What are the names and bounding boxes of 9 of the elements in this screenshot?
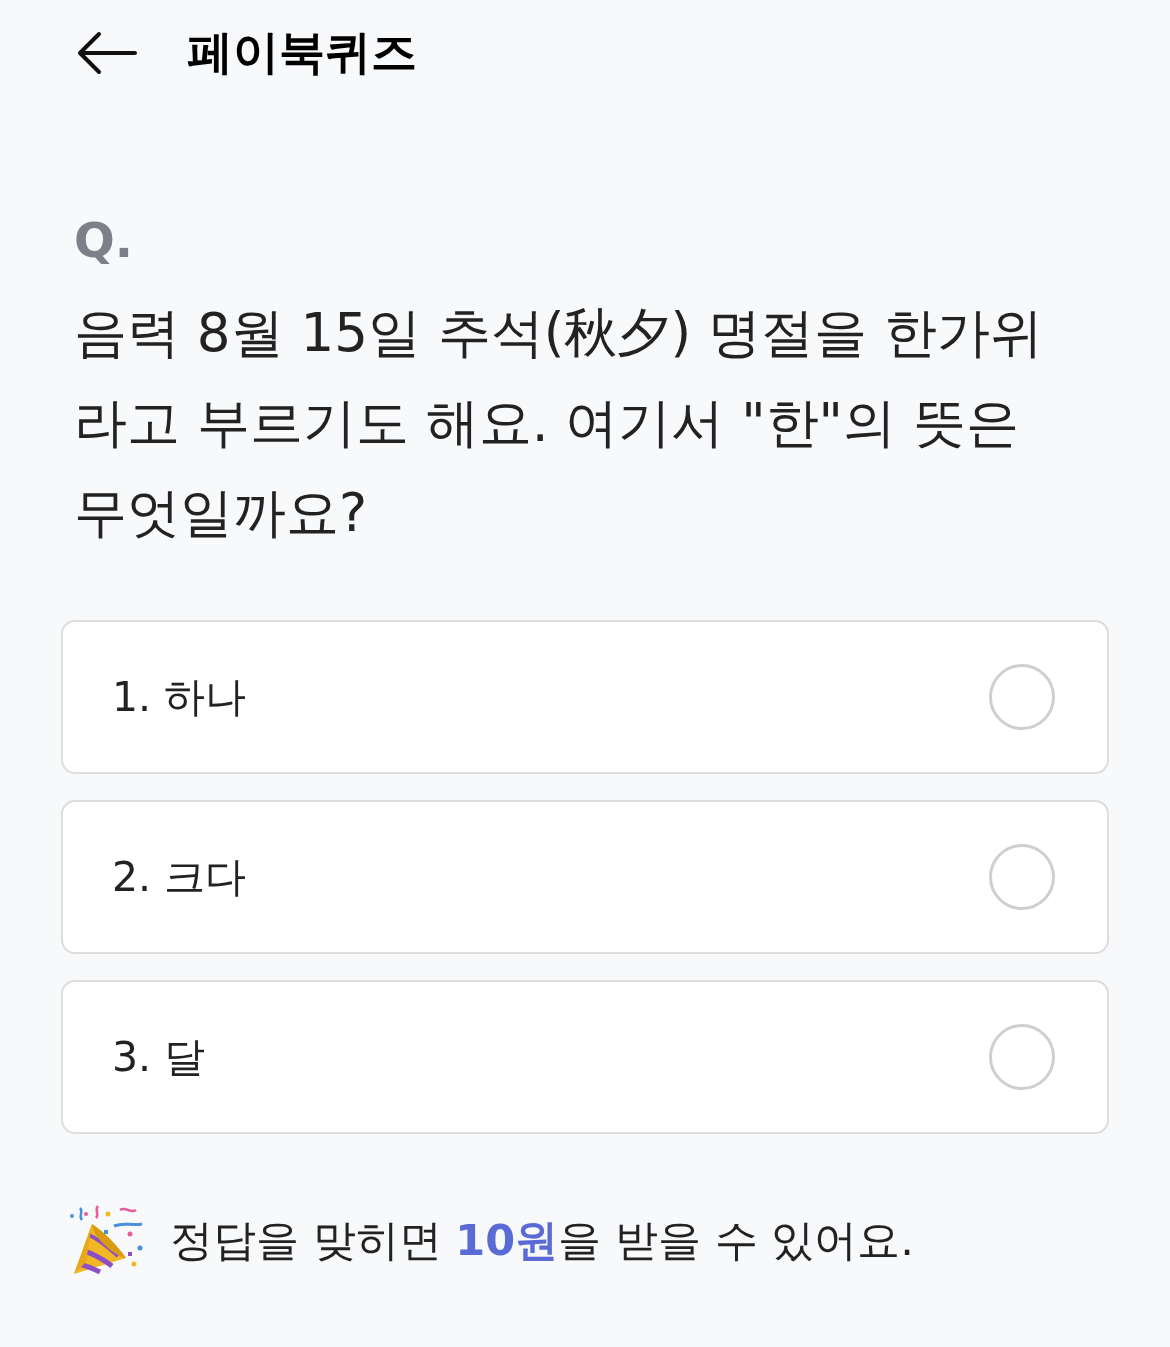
answer-option[interactable]: 3. 달 xyxy=(61,980,1109,1134)
back-arrow-icon xyxy=(75,31,137,75)
reward-message: 정답을 맞히면 10원을 받을 수 있어요. xyxy=(170,1214,914,1268)
answer-option[interactable]: 1. 하나 xyxy=(61,620,1109,774)
back-button[interactable] xyxy=(75,31,137,75)
page-title: 페이북퀴즈 xyxy=(187,25,417,81)
question-text: 음력 8월 15일 추석(秋夕) 명절을 한가위라고 부르기도 해요. 여기서 "한"의 뜻은 무엇일까요? xyxy=(73,301,1044,545)
answer-option[interactable]: 2. 크다 xyxy=(61,800,1109,954)
question-label: Q. xyxy=(73,211,135,270)
